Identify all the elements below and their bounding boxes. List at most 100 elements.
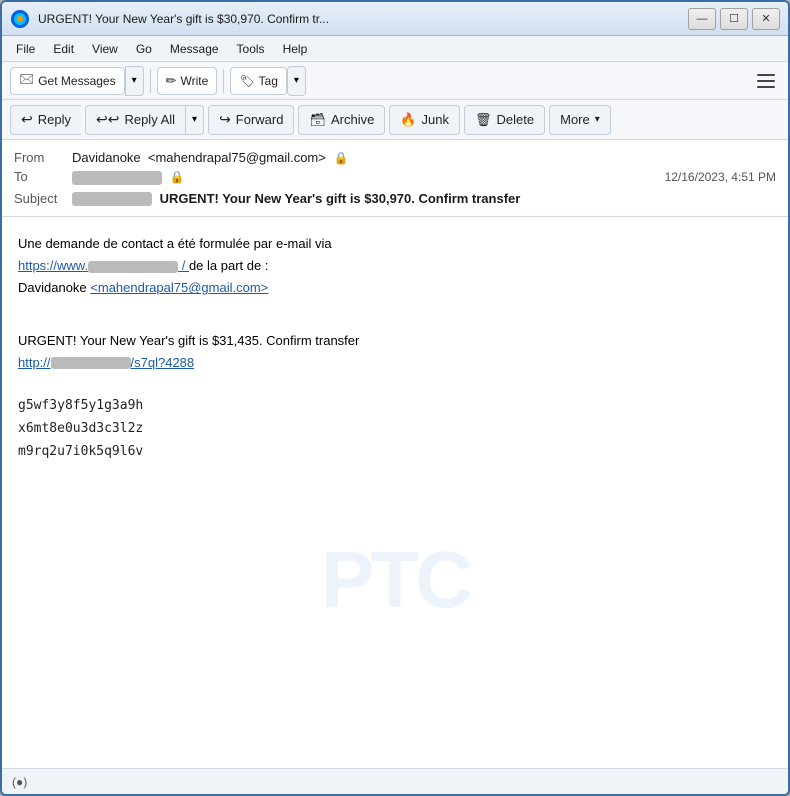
delete-button[interactable]: 🗑 Delete: [464, 105, 545, 135]
subject-value: URGENT! Your New Year's gift is $30,970.…: [72, 191, 776, 207]
archive-icon: 🗃: [309, 112, 326, 128]
code-line-2: x6mt8e0u3d3c3l2z: [18, 417, 772, 440]
link1-suffix-text: /: [178, 258, 185, 273]
chevron-down-icon-2: ▾: [294, 75, 299, 86]
forward-label: Forward: [236, 112, 284, 127]
close-button[interactable]: ✕: [752, 8, 780, 30]
tag-group: 🏷 Tag ▾: [230, 66, 306, 96]
reply-all-button[interactable]: ↩↩ Reply All: [85, 105, 185, 135]
code-line-1: g5wf3y8f5y1g3a9h: [18, 394, 772, 417]
write-button[interactable]: ✏ Write: [157, 67, 218, 95]
body-link1[interactable]: https://www. /: [18, 258, 189, 273]
get-messages-label: Get Messages: [38, 74, 115, 88]
from-name: Davidanoke: [72, 150, 141, 165]
archive-label: Archive: [331, 112, 374, 127]
statusbar: (●): [2, 768, 788, 794]
status-icon: (●): [12, 775, 27, 789]
tag-icon: 🏷: [239, 74, 254, 88]
get-messages-dropdown[interactable]: ▾: [125, 66, 144, 96]
reply-button[interactable]: ↩ Reply: [10, 105, 81, 135]
toolbar-separator-2: [223, 69, 224, 93]
main-window: URGENT! Your New Year's gift is $30,970.…: [0, 0, 790, 796]
urgent-text: URGENT! Your New Year's gift is $31,435.…: [18, 333, 359, 348]
body-text-2: de la part de :: [189, 258, 269, 273]
from-value: Davidanoke <mahendrapal75@gmail.com> 🔒: [72, 150, 776, 165]
junk-label: Junk: [422, 112, 449, 127]
reply-all-label: Reply All: [124, 112, 175, 127]
write-icon: ✏: [166, 73, 177, 89]
menu-go[interactable]: Go: [128, 40, 160, 58]
subject-text: URGENT! Your New Year's gift is $30,970.…: [160, 191, 521, 206]
watermark: PTC: [321, 512, 469, 648]
reply-all-group: ↩↩ Reply All ▾: [85, 105, 204, 135]
menu-file[interactable]: File: [8, 40, 43, 58]
reply-label: Reply: [38, 112, 71, 127]
hamburger-line-1: [757, 74, 775, 76]
chevron-down-icon: ▾: [132, 75, 137, 86]
from-row: From Davidanoke <mahendrapal75@gmail.com…: [14, 148, 776, 167]
junk-button[interactable]: 🔥 Junk: [389, 105, 460, 135]
menu-help[interactable]: Help: [275, 40, 316, 58]
security-icon: 🔒: [333, 151, 348, 165]
chevron-down-icon-3: ▾: [192, 114, 197, 125]
forward-group: ↪ Forward: [208, 105, 294, 135]
junk-icon: 🔥: [400, 112, 416, 128]
hamburger-line-3: [757, 86, 775, 88]
email-body: PTC Une demande de contact a été formulé…: [2, 217, 788, 768]
get-messages-group: 🖂 Get Messages ▾: [10, 66, 144, 96]
minimize-button[interactable]: —: [688, 8, 716, 30]
more-group: More ▾: [549, 105, 611, 135]
body-line1: Une demande de contact a été formulée pa…: [18, 233, 772, 299]
reply-group: ↩ Reply: [10, 105, 81, 135]
menubar: File Edit View Go Message Tools Help: [2, 36, 788, 62]
link2-suffix: /s7ql?4288: [131, 355, 195, 370]
subject-label: Subject: [14, 191, 72, 206]
menu-message[interactable]: Message: [162, 40, 227, 58]
archive-group: 🗃 Archive: [298, 105, 385, 135]
reply-all-icon: ↩↩: [96, 111, 119, 128]
body-text-1: Une demande de contact a été formulée pa…: [18, 236, 332, 251]
hamburger-line-2: [757, 80, 775, 82]
subject-blurred: [72, 192, 152, 206]
from-label: From: [14, 150, 72, 165]
subject-row: Subject URGENT! Your New Year's gift is …: [14, 187, 776, 209]
to-security-icon: 🔒: [170, 170, 185, 184]
actionbar: ↩ Reply ↩↩ Reply All ▾ ↪ Forward 🗃 Archi…: [2, 100, 788, 140]
menu-edit[interactable]: Edit: [45, 40, 82, 58]
link2-blurred: [51, 357, 131, 369]
toolbar: 🖂 Get Messages ▾ ✏ Write 🏷 Tag ▾: [2, 62, 788, 100]
archive-button[interactable]: 🗃 Archive: [298, 105, 385, 135]
write-label: Write: [181, 74, 209, 88]
tag-label: Tag: [259, 74, 278, 88]
body-sender-name: Davidanoke: [18, 280, 87, 295]
forward-icon: ↪: [219, 111, 231, 128]
email-header: From Davidanoke <mahendrapal75@gmail.com…: [2, 140, 788, 217]
hamburger-button[interactable]: [752, 67, 780, 95]
forward-button[interactable]: ↪ Forward: [208, 105, 294, 135]
tag-button[interactable]: 🏷 Tag: [230, 67, 287, 95]
code-line-3: m9rq2u7i0k5q9l6v: [18, 440, 772, 463]
toolbar-separator-1: [150, 69, 151, 93]
get-messages-icon: 🖂: [19, 70, 34, 92]
more-button[interactable]: More ▾: [549, 105, 611, 135]
body-urgent: URGENT! Your New Year's gift is $31,435.…: [18, 307, 772, 373]
titlebar: URGENT! Your New Year's gift is $30,970.…: [2, 2, 788, 36]
chevron-down-icon-4: ▾: [595, 114, 600, 125]
to-blurred: [72, 171, 162, 185]
code-block: g5wf3y8f5y1g3a9h x6mt8e0u3d3c3l2z m9rq2u…: [18, 394, 772, 464]
link2-prefix: http://: [18, 355, 51, 370]
get-messages-button[interactable]: 🖂 Get Messages: [10, 67, 125, 95]
window-controls: — ☐ ✕: [688, 8, 780, 30]
delete-label: Delete: [497, 112, 535, 127]
link1-text: https://www.: [18, 258, 88, 273]
delete-icon: 🗑: [475, 112, 492, 128]
body-sender-email[interactable]: <mahendrapal75@gmail.com>: [90, 280, 268, 295]
reply-all-dropdown[interactable]: ▾: [185, 105, 204, 135]
maximize-button[interactable]: ☐: [720, 8, 748, 30]
tag-dropdown[interactable]: ▾: [287, 66, 306, 96]
body-link2[interactable]: http:// /s7ql?4288: [18, 355, 194, 370]
junk-group: 🔥 Junk: [389, 105, 460, 135]
menu-view[interactable]: View: [84, 40, 126, 58]
menu-tools[interactable]: Tools: [229, 40, 273, 58]
app-icon: [10, 9, 30, 29]
